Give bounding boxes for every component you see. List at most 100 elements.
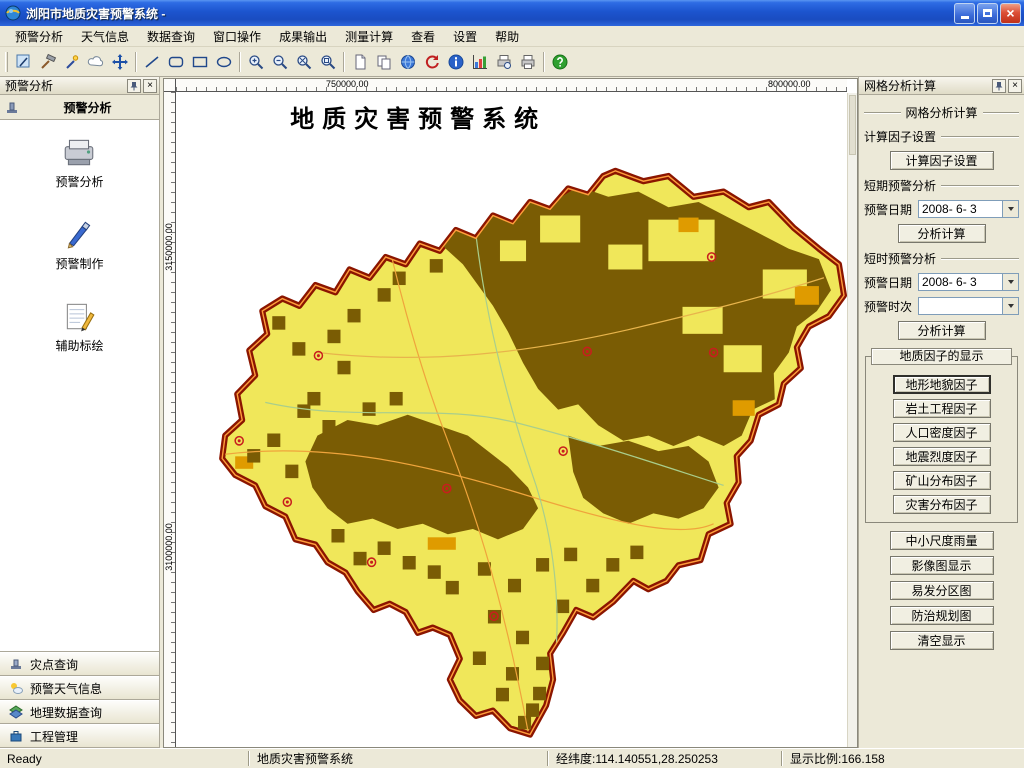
ellipse-icon[interactable] xyxy=(212,50,236,74)
map-canvas-area[interactable]: 地质灾害预警系统 xyxy=(177,93,847,747)
zoom-extent-icon[interactable] xyxy=(292,50,316,74)
stamp-icon xyxy=(4,99,20,115)
right-panel-close-icon[interactable]: × xyxy=(1008,79,1022,93)
toolbar xyxy=(0,47,1024,77)
wand-icon[interactable] xyxy=(60,50,84,74)
main-area: 预警分析 × 预警分析 预警分析 预警制作 辅助标绘 xyxy=(0,77,1024,748)
map-vscrollbar[interactable] xyxy=(847,93,857,747)
zoom-window-icon[interactable] xyxy=(316,50,340,74)
pushpin-icon[interactable] xyxy=(127,79,141,93)
btn-geotech-factor[interactable]: 岩土工程因子 xyxy=(893,399,991,418)
pan-icon[interactable] xyxy=(108,50,132,74)
bar-project-management[interactable]: 工程管理 xyxy=(0,724,159,748)
combo-value: 2008- 6- 3 xyxy=(919,201,1002,217)
combo-short-term-date[interactable]: 2008- 6- 3 xyxy=(918,200,1019,218)
notepad-pencil-icon xyxy=(61,300,97,332)
scrollbar-thumb[interactable] xyxy=(849,95,856,155)
btn-clear-display[interactable]: 清空显示 xyxy=(890,631,994,650)
bar-disaster-query[interactable]: 灾点查询 xyxy=(0,652,159,676)
menu-item-settings[interactable]: 设置 xyxy=(444,26,486,47)
district-map[interactable] xyxy=(177,93,847,747)
section-title: 短时预警分析 xyxy=(864,250,936,267)
toolbar-separator xyxy=(239,52,241,72)
menu-item-view[interactable]: 查看 xyxy=(402,26,444,47)
select-icon[interactable] xyxy=(12,50,36,74)
rect-icon[interactable] xyxy=(188,50,212,74)
short-term-date-row: 预警日期 2008- 6- 3 xyxy=(864,200,1019,218)
menu-item-data-query[interactable]: 数据查询 xyxy=(138,26,204,47)
btn-factor-setting[interactable]: 计算因子设置 xyxy=(890,151,994,170)
btn-short-term-analyze[interactable]: 分析计算 xyxy=(898,224,986,243)
right-panel-body: 网格分析计算 计算因子设置 计算因子设置 短期预警分析 预警日期 2008- 6… xyxy=(859,95,1024,748)
chevron-down-icon[interactable] xyxy=(1002,201,1018,217)
cloud-icon[interactable] xyxy=(84,50,108,74)
menu-item-measure[interactable]: 测量计算 xyxy=(336,26,402,47)
btn-seismic-factor[interactable]: 地震烈度因子 xyxy=(893,447,991,466)
btn-population-factor[interactable]: 人口密度因子 xyxy=(893,423,991,442)
zoom-in-icon[interactable] xyxy=(244,50,268,74)
menu-item-result-output[interactable]: 成果输出 xyxy=(270,26,336,47)
ruler-left-label: 3150000.00 xyxy=(164,217,174,277)
print-preview-icon[interactable] xyxy=(492,50,516,74)
magnifier-stamp-icon xyxy=(9,657,23,671)
group-title-button[interactable]: 地质因子的显示 xyxy=(871,348,1012,365)
map-layers-icon xyxy=(9,705,23,719)
map-title: 地质灾害预警系统 xyxy=(177,99,659,134)
btn-prevention-plan[interactable]: 防治规划图 xyxy=(890,606,994,625)
btn-terrain-factor[interactable]: 地形地貌因子 xyxy=(893,375,991,394)
chevron-down-icon[interactable] xyxy=(1002,298,1018,314)
btn-image-display[interactable]: 影像图显示 xyxy=(890,556,994,575)
help-icon[interactable] xyxy=(548,50,572,74)
minimize-button[interactable] xyxy=(954,3,975,24)
zoom-out-icon[interactable] xyxy=(268,50,292,74)
globe-icon[interactable] xyxy=(396,50,420,74)
btn-susceptibility-map[interactable]: 易发分区图 xyxy=(890,581,994,600)
left-panel-header: 预警分析 × xyxy=(0,77,159,95)
application-window: 浏阳市地质灾害预警系统 - × 预警分析 天气信息 数据查询 窗口操作 成果输出… xyxy=(0,0,1024,768)
copy-icon[interactable] xyxy=(372,50,396,74)
section-short-time: 短时预警分析 xyxy=(864,250,1019,267)
combo-short-time-date[interactable]: 2008- 6- 3 xyxy=(918,273,1019,291)
hammer-icon[interactable] xyxy=(36,50,60,74)
btn-short-time-analyze[interactable]: 分析计算 xyxy=(898,321,986,340)
page-icon[interactable] xyxy=(348,50,372,74)
bar-geo-data-query[interactable]: 地理数据查询 xyxy=(0,700,159,724)
chevron-down-icon[interactable] xyxy=(1002,274,1018,290)
line-icon[interactable] xyxy=(140,50,164,74)
tool-warning-analysis[interactable]: 预警分析 xyxy=(55,136,103,190)
menu-item-warning-analysis[interactable]: 预警分析 xyxy=(6,26,72,47)
roundrect-icon[interactable] xyxy=(164,50,188,74)
toolbar-grip[interactable] xyxy=(5,52,8,72)
left-panel-warning-analysis: 预警分析 × 预警分析 预警分析 预警制作 辅助标绘 xyxy=(0,77,160,748)
right-panel-title: 网格分析计算 xyxy=(864,77,990,94)
left-panel-section-bar: 预警分析 xyxy=(0,95,159,120)
menu-item-help[interactable]: 帮助 xyxy=(486,26,528,47)
refresh-icon[interactable] xyxy=(420,50,444,74)
tool-warning-make[interactable]: 预警制作 xyxy=(55,218,103,272)
ruler-corner xyxy=(164,79,176,92)
short-time-period-row: 预警时次 xyxy=(864,297,1019,315)
bar-label: 地理数据查询 xyxy=(30,704,102,721)
btn-disaster-factor[interactable]: 灾害分布因子 xyxy=(893,495,991,514)
tool-label: 预警制作 xyxy=(55,255,103,272)
print-icon[interactable] xyxy=(516,50,540,74)
pushpin-icon[interactable] xyxy=(992,79,1006,93)
section-title: 短期预警分析 xyxy=(864,177,936,194)
period-label: 预警时次 xyxy=(864,298,914,315)
close-button[interactable]: × xyxy=(1000,3,1021,24)
combo-value: 2008- 6- 3 xyxy=(919,274,1002,290)
btn-mine-factor[interactable]: 矿山分布因子 xyxy=(893,471,991,490)
ruler-left-label: 3100000.00 xyxy=(164,517,174,577)
group-geological-factors: 地质因子的显示 地形地貌因子 岩土工程因子 人口密度因子 地震烈度因子 矿山分布… xyxy=(865,356,1018,523)
left-panel-close-icon[interactable]: × xyxy=(143,79,157,93)
info-icon[interactable] xyxy=(444,50,468,74)
combo-short-time-period[interactable] xyxy=(918,297,1019,315)
tool-aux-draw[interactable]: 辅助标绘 xyxy=(55,300,103,354)
status-bar: Ready 地质灾害预警系统 经纬度:114.140551,28.250253 … xyxy=(0,748,1024,768)
chart-icon[interactable] xyxy=(468,50,492,74)
btn-rain-scale[interactable]: 中小尺度雨量 xyxy=(890,531,994,550)
menu-item-window-ops[interactable]: 窗口操作 xyxy=(204,26,270,47)
maximize-button[interactable] xyxy=(977,3,998,24)
menu-item-weather-info[interactable]: 天气信息 xyxy=(72,26,138,47)
bar-warning-weather[interactable]: 预警天气信息 xyxy=(0,676,159,700)
